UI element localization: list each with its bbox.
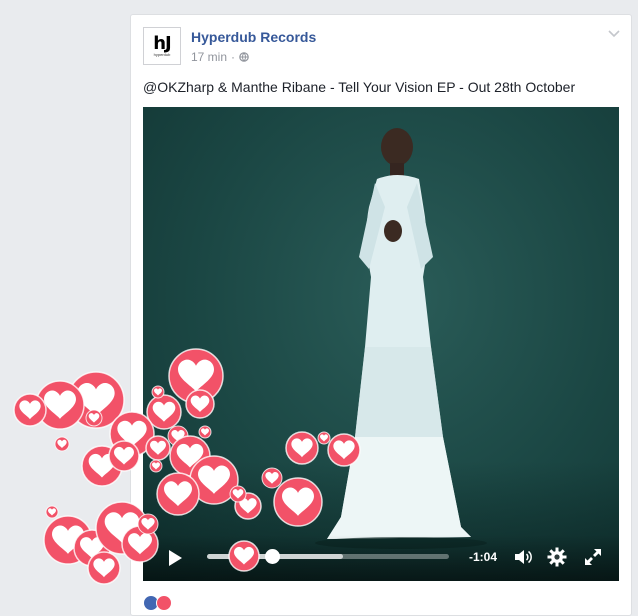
reaction-summary[interactable] bbox=[143, 595, 172, 611]
time-remaining: -1:04 bbox=[469, 550, 498, 564]
page-name-link[interactable]: Hyperdub Records bbox=[191, 29, 316, 45]
heart-icon bbox=[88, 453, 116, 478]
video-controls: -1:04 bbox=[143, 535, 619, 581]
heart-icon bbox=[93, 558, 115, 578]
video-frame-figure bbox=[315, 128, 487, 549]
love-reaction-icon bbox=[156, 595, 172, 611]
volume-icon[interactable] bbox=[513, 548, 533, 566]
love-reaction-bubble bbox=[13, 393, 47, 427]
love-reaction-bubble bbox=[35, 380, 85, 430]
love-reaction-bubble bbox=[45, 505, 59, 519]
love-reaction-bubble bbox=[43, 515, 93, 565]
video-player[interactable]: -1:04 bbox=[143, 107, 619, 581]
play-icon[interactable] bbox=[167, 549, 183, 567]
avatar[interactable]: hJ hyperdub bbox=[143, 27, 181, 65]
heart-icon bbox=[57, 439, 67, 449]
post-card: hJ hyperdub Hyperdub Records 17 min · @O… bbox=[130, 14, 632, 616]
chevron-down-icon[interactable] bbox=[607, 29, 621, 39]
post-meta: 17 min · bbox=[191, 50, 249, 64]
globe-icon bbox=[239, 52, 249, 62]
heart-icon bbox=[19, 400, 41, 420]
heart-icon bbox=[77, 383, 115, 417]
love-reaction-bubble bbox=[54, 436, 70, 452]
love-reaction-bubble bbox=[81, 445, 123, 487]
love-reaction-bubble bbox=[87, 551, 121, 585]
post-timestamp[interactable]: 17 min bbox=[191, 50, 227, 64]
avatar-logo-mark: hJ bbox=[153, 32, 171, 54]
meta-separator: · bbox=[231, 50, 236, 64]
scrub-bar[interactable] bbox=[207, 549, 449, 564]
settings-gear-icon[interactable] bbox=[547, 547, 567, 567]
fullscreen-icon[interactable] bbox=[583, 547, 603, 567]
avatar-logo-text: hyperdub bbox=[153, 51, 171, 57]
love-reaction-bubble bbox=[67, 371, 125, 429]
love-reaction-bubble bbox=[85, 409, 103, 427]
love-reaction-bubble bbox=[73, 529, 111, 567]
heart-icon bbox=[44, 390, 76, 419]
heart-icon bbox=[52, 525, 84, 554]
heart-icon bbox=[88, 413, 100, 423]
heart-icon bbox=[48, 508, 56, 516]
scrub-handle[interactable] bbox=[265, 549, 281, 564]
post-text: @OKZharp & Manthe Ribane - Tell Your Vis… bbox=[143, 79, 576, 95]
heart-icon bbox=[80, 537, 104, 559]
